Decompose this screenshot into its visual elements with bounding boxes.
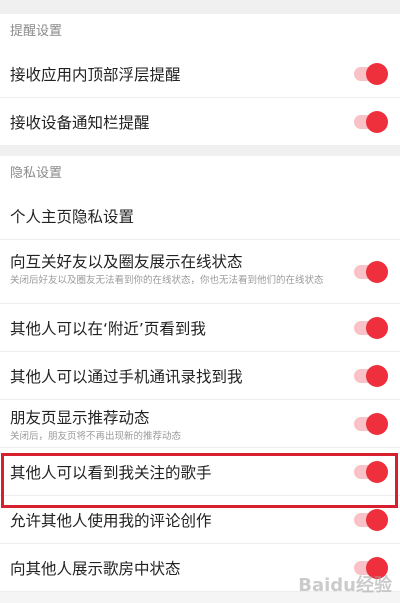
- setting-row-nearby-visible[interactable]: 其他人可以在‘附近’页看到我: [0, 304, 400, 352]
- toggle-knob: [366, 412, 388, 435]
- toggle-knob: [366, 260, 388, 283]
- toggle-knob: [366, 62, 388, 85]
- toggle-switch[interactable]: [354, 316, 388, 339]
- toggle-switch[interactable]: [354, 110, 388, 133]
- setting-row-comment-creation[interactable]: 允许其他人使用我的评论创作: [0, 496, 400, 544]
- toggle-knob: [366, 316, 388, 339]
- setting-row-top-float-reminder[interactable]: 接收应用内顶部浮层提醒: [0, 50, 400, 98]
- setting-description: 关闭后，朋友页将不再出现新的推荐动态: [10, 431, 182, 442]
- section-header-privacy: 隐私设置: [0, 156, 400, 192]
- setting-row-recommended-feed[interactable]: 朋友页显示推荐动态 关闭后，朋友页将不再出现新的推荐动态: [0, 400, 400, 448]
- watermark-text: Baidu经验: [298, 575, 392, 596]
- setting-row-online-status[interactable]: 向互关好友以及圈友展示在线状态 关闭后好友以及圈友无法看到你的在线状态，你也无法…: [0, 240, 400, 304]
- setting-title: 允许其他人使用我的评论创作: [10, 511, 212, 530]
- toggle-switch[interactable]: [354, 364, 388, 387]
- setting-title: 其他人可以看到我关注的歌手: [10, 463, 212, 482]
- setting-title: 其他人可以通过手机通讯录找到我: [10, 367, 243, 386]
- setting-title: 个人主页隐私设置: [10, 207, 135, 226]
- section-privacy: 隐私设置 个人主页隐私设置 向互关好友以及圈友展示在线状态 关闭后好友以及圈友无…: [0, 156, 400, 592]
- setting-description: 关闭后好友以及圈友无法看到你的在线状态，你也无法看到他们的在线状态: [10, 275, 324, 286]
- toggle-switch[interactable]: [354, 412, 388, 435]
- setting-title: 朋友页显示推荐动态: [10, 409, 150, 427]
- toggle-knob: [366, 508, 388, 531]
- section-reminder: 提醒设置 接收应用内顶部浮层提醒 接收设备通知栏提醒: [0, 14, 400, 146]
- setting-title: 其他人可以在‘附近’页看到我: [10, 319, 206, 338]
- toggle-switch[interactable]: [354, 260, 388, 283]
- setting-title: 接收应用内顶部浮层提醒: [10, 65, 181, 84]
- setting-row-contacts-findable[interactable]: 其他人可以通过手机通讯录找到我: [0, 352, 400, 400]
- section-gap: [0, 146, 400, 156]
- toggle-switch[interactable]: [354, 62, 388, 85]
- setting-row-followed-singers-visible[interactable]: 其他人可以看到我关注的歌手: [0, 448, 400, 496]
- toggle-switch[interactable]: [354, 508, 388, 531]
- toggle-knob: [366, 460, 388, 483]
- setting-row-notification-bar-reminder[interactable]: 接收设备通知栏提醒: [0, 98, 400, 146]
- toggle-knob: [366, 110, 388, 133]
- top-spacer: [0, 0, 400, 14]
- toggle-knob: [366, 364, 388, 387]
- toggle-switch[interactable]: [354, 460, 388, 483]
- setting-title: 接收设备通知栏提醒: [10, 113, 150, 132]
- setting-row-profile-privacy[interactable]: 个人主页隐私设置: [0, 192, 400, 240]
- setting-title: 向其他人展示歌房中状态: [10, 559, 181, 578]
- section-header-reminder: 提醒设置: [0, 14, 400, 50]
- setting-title: 向互关好友以及圈友展示在线状态: [10, 253, 243, 271]
